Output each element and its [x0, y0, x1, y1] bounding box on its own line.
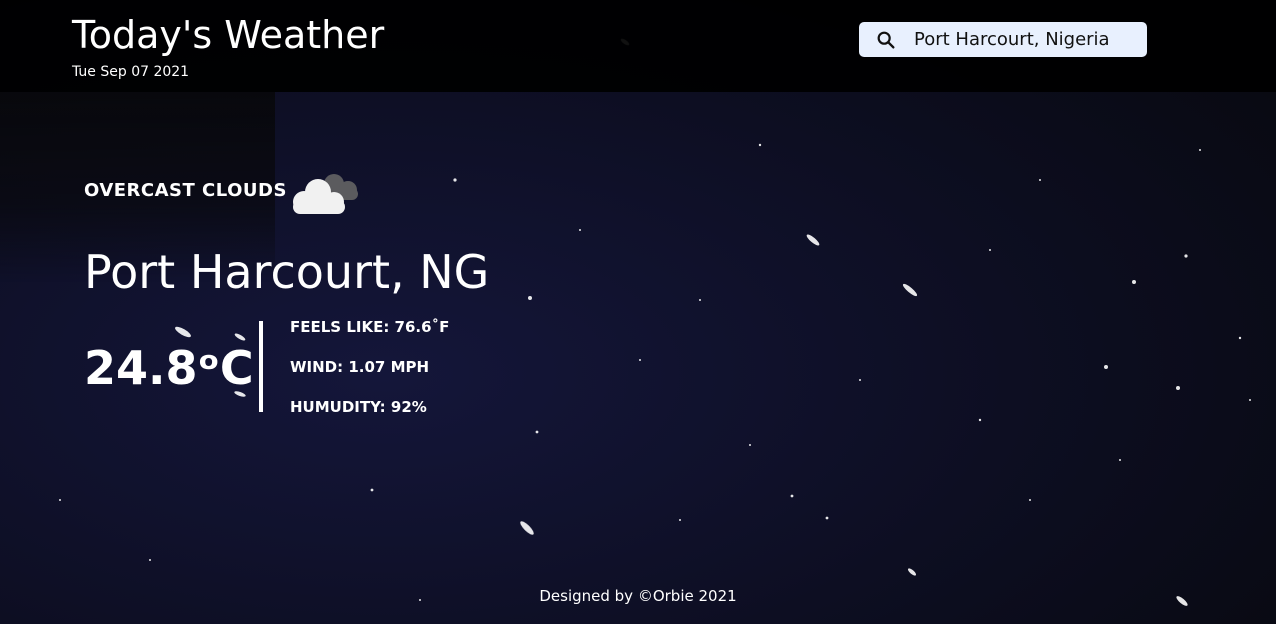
search-icon[interactable] — [875, 29, 897, 51]
weather-condition: OVERCAST CLOUDS — [84, 180, 287, 201]
app-title: Today's Weather — [72, 13, 385, 57]
location-search-box[interactable] — [859, 22, 1147, 57]
current-date: Tue Sep 07 2021 — [72, 64, 190, 80]
feels-like-stat: FEELS LIKE: 76.6˚F — [290, 318, 450, 336]
wind-stat: WIND: 1.07 MPH — [290, 358, 430, 376]
weather-app: Today's Weather Tue Sep 07 2021 OVERCAST… — [0, 0, 1276, 624]
stats-divider — [259, 321, 263, 412]
location-search-input[interactable] — [914, 25, 1139, 54]
city-name: Port Harcourt, NG — [84, 245, 490, 299]
overcast-clouds-icon — [293, 174, 358, 214]
app-header: Today's Weather Tue Sep 07 2021 — [0, 0, 1276, 92]
footer-credit: Designed by ©Orbie 2021 — [539, 587, 737, 605]
temperature-value: 24.8ᵒC — [84, 341, 254, 395]
humidity-stat: HUMUDITY: 92% — [290, 398, 427, 416]
